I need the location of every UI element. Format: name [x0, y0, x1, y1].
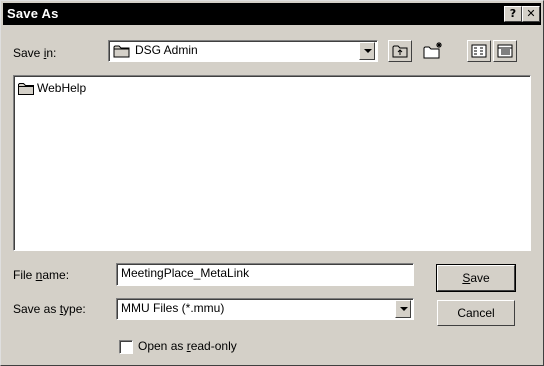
save-in-value: DSG Admin: [135, 43, 198, 57]
title-bar[interactable]: Save As ? ✕: [3, 3, 541, 25]
up-one-level-icon: [392, 45, 408, 58]
list-view-icon: [471, 44, 487, 58]
create-new-folder-button[interactable]: [421, 40, 445, 62]
window-title: Save As: [7, 6, 59, 21]
save-in-combo[interactable]: DSG Admin: [108, 40, 378, 62]
file-name-value: MeetingPlace_MetaLink: [121, 266, 250, 280]
up-one-level-button[interactable]: [388, 40, 412, 62]
save-button[interactable]: Save: [436, 264, 516, 292]
save-in-dropdown-button[interactable]: [359, 42, 375, 60]
save-in-label: Save in:: [13, 46, 57, 60]
list-item-label: WebHelp: [37, 81, 87, 95]
read-only-label[interactable]: Open as read-only: [138, 339, 237, 353]
save-as-type-value: MMU Files (*.mmu): [121, 301, 225, 315]
read-only-checkbox[interactable]: [119, 340, 133, 354]
save-as-type-label: Save as type:: [13, 302, 86, 316]
save-as-dialog: Save As ? ✕ Save in: DSG Admin WebHelp F…: [0, 0, 544, 366]
help-button[interactable]: ?: [504, 6, 522, 22]
save-as-type-combo[interactable]: MMU Files (*.mmu): [116, 298, 414, 320]
file-list[interactable]: WebHelp: [13, 75, 531, 251]
chevron-down-icon: [364, 49, 372, 53]
folder-icon: [113, 45, 130, 58]
folder-icon: [18, 83, 34, 95]
create-new-folder-icon: [423, 42, 442, 59]
details-view-button[interactable]: [493, 40, 517, 62]
list-view-button[interactable]: [467, 40, 491, 62]
chevron-down-icon: [400, 307, 408, 311]
save-as-type-dropdown-button[interactable]: [395, 300, 411, 318]
cancel-button[interactable]: Cancel: [437, 300, 515, 326]
details-view-icon: [497, 44, 513, 58]
close-button[interactable]: ✕: [522, 6, 540, 22]
file-name-field[interactable]: MeetingPlace_MetaLink: [116, 263, 414, 286]
file-name-label: File name:: [13, 268, 70, 282]
